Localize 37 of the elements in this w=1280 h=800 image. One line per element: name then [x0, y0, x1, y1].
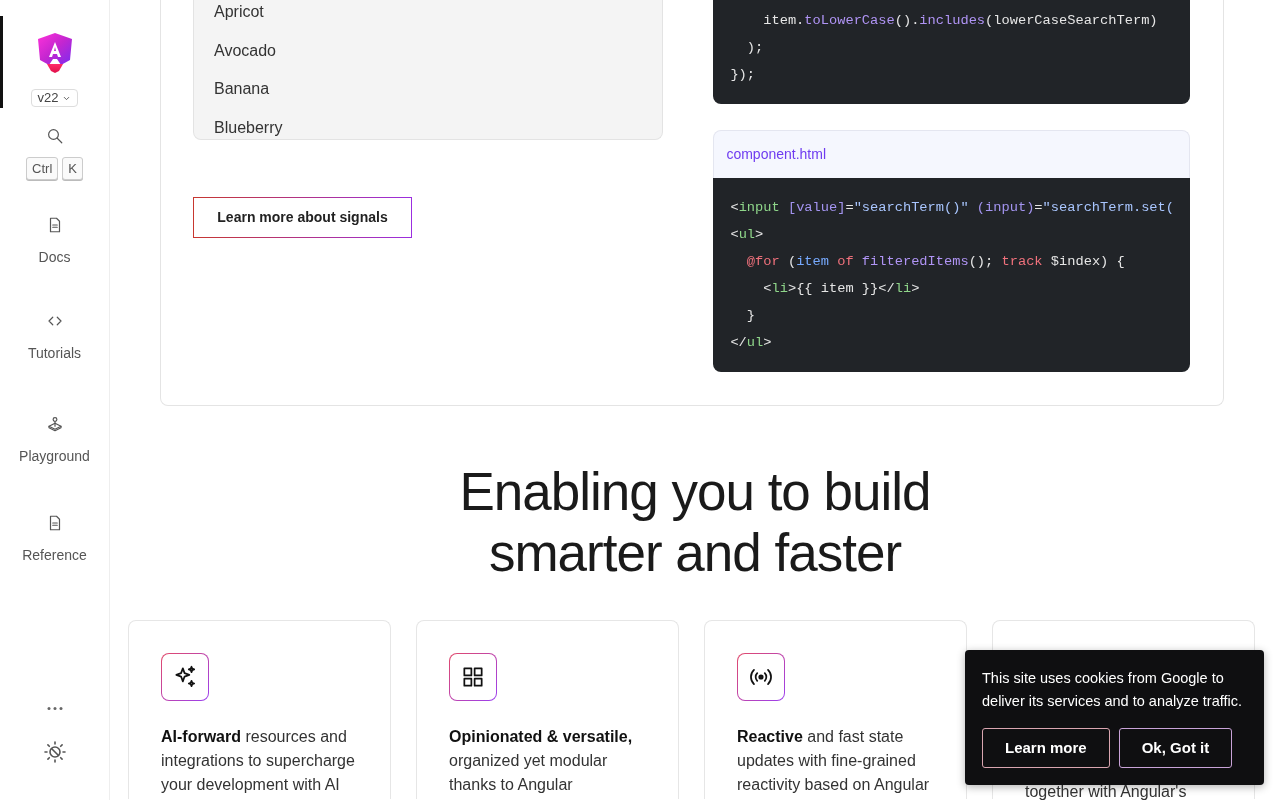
code-line: </ul>: [730, 333, 773, 352]
theme-icon[interactable]: [42, 740, 67, 764]
learn-more-button[interactable]: Learn more: [982, 728, 1110, 768]
version-select[interactable]: v22: [30, 89, 79, 107]
feature-text: together with Angular's: [1025, 785, 1188, 799]
list-item[interactable]: Blueberry: [194, 115, 663, 139]
cookie-message: This site uses cookies from Google to deliver its services and to analyze traffic.: [982, 669, 1244, 711]
list-item[interactable]: Apricot: [194, 0, 663, 24]
code-line: @for (item of filteredItems(); track $index) {: [745, 252, 1126, 271]
nav-item[interactable]: Tutorials: [0, 312, 109, 364]
nav-item[interactable]: Reference: [0, 514, 109, 566]
keyboard-key: K: [62, 157, 83, 180]
nav-item[interactable]: Docs: [0, 216, 109, 268]
more-icon[interactable]: [45, 706, 64, 711]
learn-more-button[interactable]: Learn more about signals: [193, 197, 412, 238]
code-line: <input [value]="searchTerm()" (input)="searchTerm.set(: [730, 198, 1174, 217]
code-line: <li>{{ item }}</li>: [762, 279, 921, 298]
nav-item[interactable]: Playground: [0, 415, 109, 467]
home-nav-item[interactable]: v22: [0, 16, 109, 108]
file-tab[interactable]: component.html: [713, 130, 1190, 178]
list-item[interactable]: Avocado: [194, 38, 663, 63]
code-line: );: [745, 38, 765, 57]
code-line: <ul>: [730, 225, 765, 244]
code-line: item.toLowerCase().includes(lowerCaseSearchTerm): [762, 11, 1159, 30]
search-icon[interactable]: [45, 127, 64, 145]
feature-text: AI-forward resources and integrations to supercharge your development with AI: [161, 727, 356, 795]
keyboard-key: Ctrl: [26, 157, 59, 180]
feature-text: Reactive and fast state updates with fine-grained reactivity based on Angular: [737, 727, 931, 795]
accept-button[interactable]: Ok, Got it: [1118, 728, 1233, 768]
code-line: });: [730, 65, 757, 84]
code-line: }: [745, 306, 757, 325]
list-item[interactable]: Banana: [194, 77, 663, 101]
grid-icon: [460, 664, 486, 690]
section-heading: Enabling you to build smarter and faster: [458, 461, 932, 583]
logo-icon[interactable]: [37, 33, 72, 73]
feature-text: Opinionated & versatile, organized yet modular thanks to Angular: [449, 727, 634, 795]
joystick-icon: [45, 415, 64, 433]
